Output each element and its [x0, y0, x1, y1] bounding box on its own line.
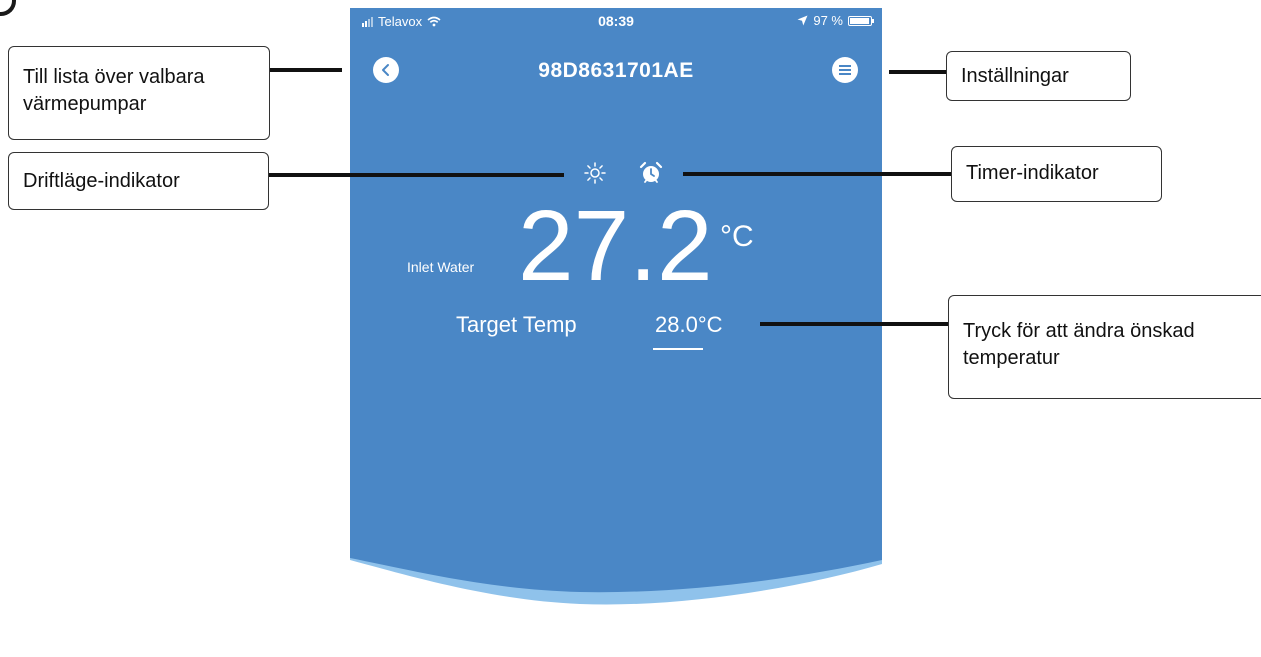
callout-line-back: [270, 68, 342, 72]
inlet-temperature-value: 27.2: [518, 190, 713, 302]
status-right: 97 %: [797, 13, 874, 28]
callout-target-line1: Tryck för att ändra önskad: [963, 320, 1195, 342]
battery-icon: [848, 15, 874, 26]
callout-target: Tryck för att ändra önskad temperatur: [948, 295, 1261, 399]
target-temp-underline: [653, 348, 703, 350]
settings-menu-button[interactable]: [832, 57, 858, 83]
location-arrow-icon: [797, 15, 808, 26]
callout-timer: Timer-indikator: [951, 146, 1162, 202]
menu-icon: [839, 65, 851, 75]
phone-screen: Telavox 08:39 97 % 98D8631701AE Inlet Wa…: [350, 8, 882, 657]
target-temp-value[interactable]: 28.0°C: [655, 312, 723, 338]
callout-back: Till lista över valbara värmepumpar: [8, 46, 270, 140]
status-bar: Telavox 08:39 97 %: [350, 8, 882, 34]
screen-background: [350, 8, 882, 605]
sun-icon: [584, 162, 606, 184]
callout-target-line2: temperatur: [963, 347, 1060, 369]
target-temp-label: Target Temp: [456, 312, 577, 337]
callout-line-settings: [889, 70, 946, 74]
callout-back-line1: Till lista över valbara: [23, 66, 205, 88]
temperature-unit: °C: [720, 220, 754, 253]
callout-back-line2: värmepumpar: [23, 93, 147, 115]
inlet-water-label: Inlet Water: [407, 259, 475, 275]
callout-settings: Inställningar: [946, 51, 1131, 101]
alarm-clock-icon: [639, 161, 663, 183]
callout-line-mode: [269, 173, 564, 177]
battery-percent: 97 %: [813, 13, 843, 28]
callout-mode: Driftläge-indikator: [8, 152, 269, 210]
callout-timer-text: Timer-indikator: [966, 162, 1099, 184]
callout-line-target: [760, 322, 948, 326]
device-title: 98D8631701AE: [538, 59, 694, 82]
callout-mode-text: Driftläge-indikator: [23, 170, 180, 192]
corner-mark: [0, 0, 16, 16]
callout-line-timer: [683, 172, 951, 176]
callout-settings-text: Inställningar: [961, 65, 1069, 87]
battery-fill: [850, 17, 870, 24]
